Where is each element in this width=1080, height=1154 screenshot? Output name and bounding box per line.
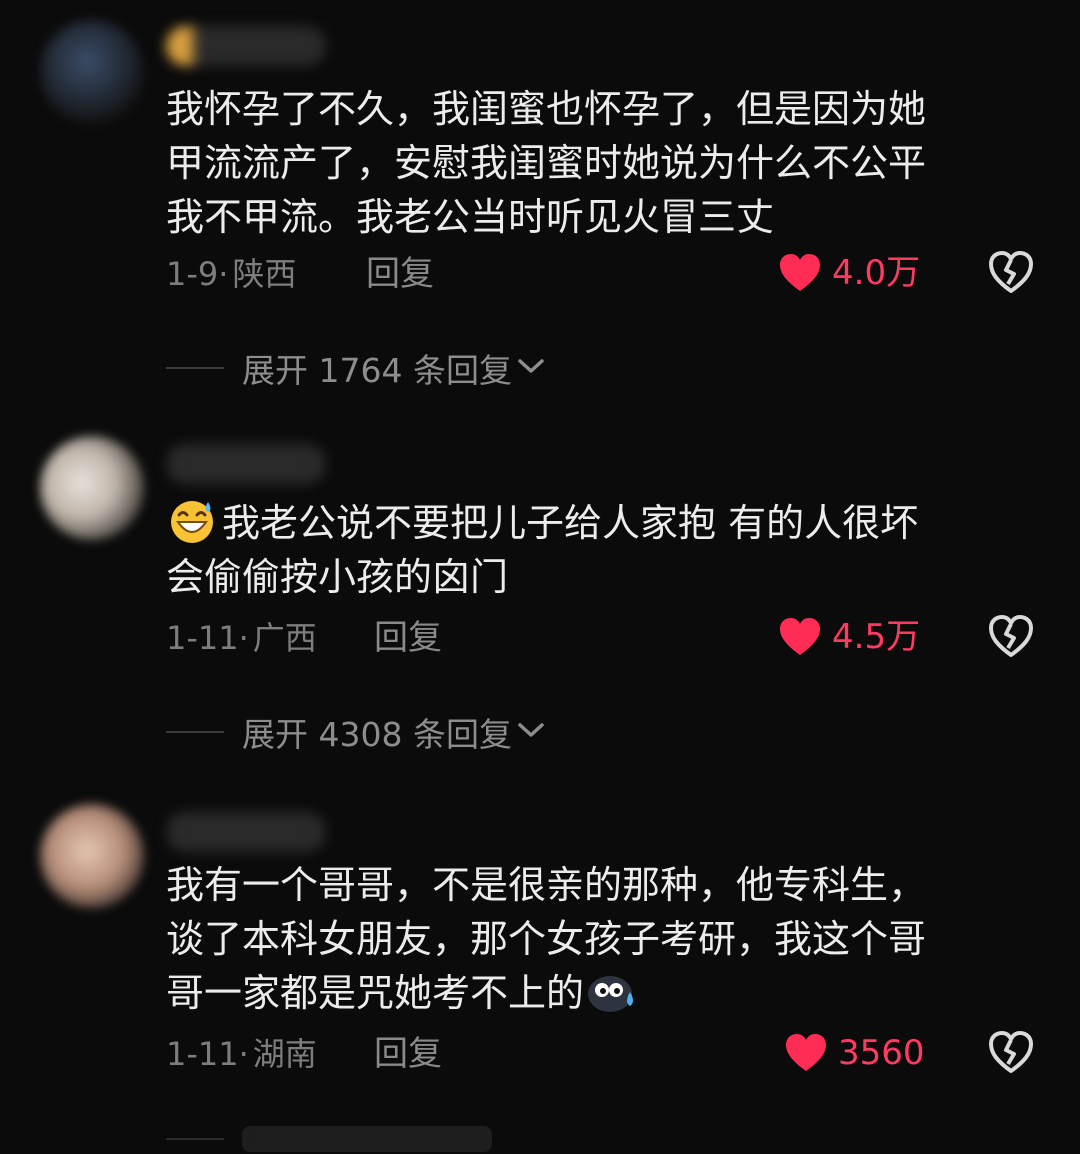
reply-button[interactable]: 回复 <box>374 1034 442 1074</box>
comment-line: 甲流流产了，安慰我闺蜜时她说为什么不公平 <box>166 141 927 185</box>
broken-heart-icon <box>988 615 1034 663</box>
broken-heart-icon <box>988 1031 1034 1079</box>
expand-replies-label: 展开 4308 条回复 <box>242 715 512 754</box>
divider <box>166 367 224 369</box>
username-blurred[interactable] <box>166 812 326 852</box>
like-count: 4.5万 <box>832 617 921 657</box>
expand-replies-button[interactable]: 展开 1764 条回复 <box>166 346 546 390</box>
comment-date: 1-11· <box>166 619 249 657</box>
avatar[interactable] <box>40 436 144 540</box>
comment-location: 广西 <box>252 619 317 657</box>
grinning-sweat-emoji <box>166 498 222 544</box>
comment-line: 我有一个哥哥，不是很亲的那种，他专科生， <box>166 863 927 907</box>
like-button[interactable]: 4.5万 <box>778 615 920 659</box>
comment-text: 我老公说不要把儿子给人家抱 有的人很坏 会偷偷按小孩的囟门 <box>166 496 1026 604</box>
comment-meta: 1-11· 湖南 <box>166 1034 317 1074</box>
expand-replies-button[interactable]: 展开 4308 条回复 <box>166 710 546 754</box>
cut-off-label <box>242 1126 492 1152</box>
avatar[interactable] <box>40 804 144 908</box>
reply-button[interactable]: 回复 <box>374 618 442 658</box>
username-blurred[interactable] <box>166 26 326 66</box>
dislike-button[interactable] <box>988 1031 1034 1075</box>
heart-icon <box>784 1033 828 1073</box>
comment-line: 哥一家都是咒她考不上的 <box>166 971 585 1015</box>
comment-line: 我老公说不要把儿子给人家抱 有的人很坏 <box>222 501 919 545</box>
comment-date: 1-11· <box>166 1035 249 1073</box>
expand-replies-button-cut-off[interactable] <box>166 1124 492 1154</box>
comment-text: 我怀孕了不久，我闺蜜也怀孕了，但是因为她 甲流流产了，安慰我闺蜜时她说为什么不公… <box>166 82 1026 244</box>
comment-location: 陕西 <box>232 255 297 293</box>
divider <box>166 731 224 733</box>
like-button[interactable]: 4.0万 <box>778 251 920 295</box>
comment-meta: 1-11· 广西 <box>166 618 317 658</box>
heart-icon <box>778 253 822 293</box>
comment-text: 我有一个哥哥，不是很亲的那种，他专科生， 谈了本科女朋友，那个女孩子考研，我这个… <box>166 858 1026 1020</box>
like-button[interactable]: 3560 <box>784 1031 925 1075</box>
expand-replies-label: 展开 1764 条回复 <box>242 351 512 390</box>
like-count: 3560 <box>838 1033 925 1073</box>
comment-date: 1-9· <box>166 255 229 293</box>
dislike-button[interactable] <box>988 615 1034 659</box>
like-count: 4.0万 <box>832 253 921 293</box>
comment-line: 谈了本科女朋友，那个女孩子考研，我这个哥 <box>166 917 927 961</box>
chevron-down-icon <box>512 720 546 744</box>
comment-line: 我不甲流。我老公当时听见火冒三丈 <box>166 195 775 239</box>
username-blurred[interactable] <box>166 444 326 484</box>
avatar[interactable] <box>40 20 144 124</box>
divider <box>166 1138 224 1140</box>
comment-line: 我怀孕了不久，我闺蜜也怀孕了，但是因为她 <box>166 87 927 131</box>
dislike-button[interactable] <box>988 251 1034 295</box>
comment-location: 湖南 <box>252 1035 317 1073</box>
broken-heart-icon <box>988 251 1034 299</box>
comment-meta: 1-9· 陕西 <box>166 254 296 294</box>
crying-blob-emoji <box>584 968 640 1014</box>
chevron-down-icon <box>512 356 546 380</box>
heart-icon <box>778 617 822 657</box>
reply-button[interactable]: 回复 <box>366 254 434 294</box>
comment-line: 会偷偷按小孩的囟门 <box>166 555 509 599</box>
